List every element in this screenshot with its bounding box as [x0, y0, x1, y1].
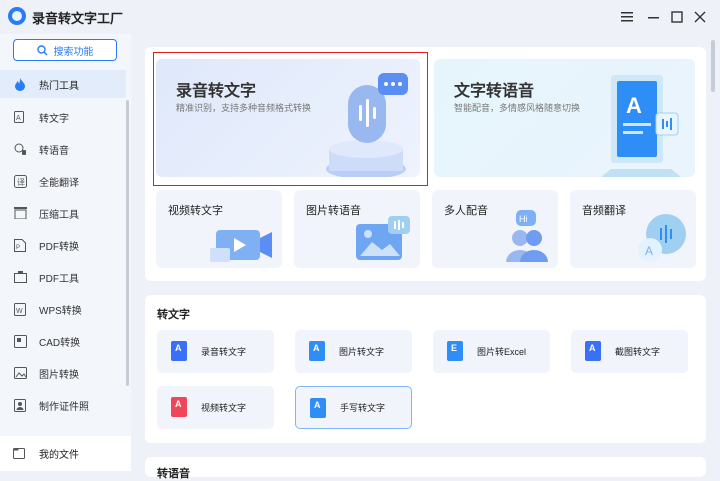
sidebar-item-cad-convert[interactable]: CAD转换 [0, 327, 126, 355]
card-title: 音频翻译 [582, 205, 626, 217]
sidebar-item-image-convert[interactable]: 图片转换 [0, 359, 126, 387]
document-speech-icon: A [601, 75, 681, 177]
hot-tools-panel: 录音转文字 精准识别，支持多种音频格式转换 文字转语音 智能配音，多情感风格随意… [145, 47, 706, 281]
sidebar-item-pdf-tool[interactable]: PDF工具 [0, 263, 126, 291]
sidebar-item-id-photo[interactable]: 制作证件照 [0, 391, 126, 419]
card-subtitle: 智能配音，多情感风格随意切换 [454, 103, 581, 113]
sidebar-item-text-convert[interactable]: A 转文字 [0, 103, 126, 131]
tool-handwriting-to-text[interactable]: A 手写转文字 [295, 386, 412, 429]
sidebar-item-label: 全能翻译 [39, 177, 79, 189]
tool-audio-to-text[interactable]: A 录音转文字 [157, 330, 274, 373]
sidebar-item-label: 制作证件照 [39, 401, 89, 413]
my-files-button[interactable]: 我的文件 [0, 436, 131, 471]
tool-label: 图片转文字 [339, 347, 385, 357]
card-title: 文字转语音 [454, 83, 535, 100]
image-convert-icon [13, 366, 27, 380]
sidebar-scrollbar[interactable] [126, 100, 129, 386]
tool-screenshot-to-text[interactable]: A 截图转文字 [571, 330, 688, 373]
sidebar-item-label: 热门工具 [39, 80, 79, 92]
image-speech-icon [356, 216, 410, 260]
selection-highlight [153, 52, 428, 186]
text-to-speech-card[interactable]: 文字转语音 智能配音，多情感风格随意切换 A [434, 59, 695, 177]
fire-icon [13, 77, 27, 91]
sidebar-item-to-voice[interactable]: 转语音 [0, 135, 126, 163]
translate-icon: 译 [13, 174, 27, 188]
my-files-label: 我的文件 [39, 450, 79, 461]
sidebar: 搜索功能 热门工具 A 转文字 转语音 译 全能翻译 压缩工具 P PDF转换 … [0, 34, 131, 471]
section-to-text: 转文字 A 录音转文字 A 图片转文字 E 图片转Excel A 截图转文字 A… [145, 295, 706, 443]
search-icon [36, 44, 47, 55]
audio-translate-icon: A [638, 214, 686, 262]
tool-video-to-text[interactable]: A 视频转文字 [157, 386, 274, 429]
video-to-text-card[interactable]: 视频转文字 [156, 190, 282, 268]
svg-text:译: 译 [17, 178, 25, 187]
svg-text:Hi: Hi [519, 214, 528, 224]
sidebar-item-label: PDF转换 [39, 241, 79, 253]
tool-label: 截图转文字 [615, 347, 661, 357]
id-photo-icon [13, 398, 27, 412]
section-title: 转语音 [157, 468, 190, 480]
multi-person-icon: Hi [506, 210, 548, 262]
sidebar-item-label: 图片转换 [39, 369, 79, 381]
sidebar-item-label: WPS转换 [39, 305, 82, 317]
sidebar-item-label: 压缩工具 [39, 209, 79, 221]
card-title: 视频转文字 [168, 205, 223, 217]
svg-text:A: A [626, 93, 642, 118]
app-logo-icon [8, 7, 26, 25]
close-icon[interactable] [689, 6, 711, 28]
sidebar-item-pdf-convert[interactable]: P PDF转换 [0, 231, 126, 259]
cad-icon [13, 334, 27, 348]
tool-image-to-text[interactable]: A 图片转文字 [295, 330, 412, 373]
card-title: 多人配音 [444, 205, 488, 217]
sidebar-item-wps-convert[interactable]: W WPS转换 [0, 295, 126, 323]
main-scrollbar[interactable] [711, 40, 715, 92]
doc-icon: A [171, 341, 187, 361]
doc-icon: E [447, 341, 463, 361]
voice-icon [13, 142, 27, 156]
audio-translate-card[interactable]: 音频翻译 A [570, 190, 696, 268]
svg-text:P: P [16, 245, 20, 251]
search-button[interactable]: 搜索功能 [13, 39, 117, 61]
sidebar-item-compress[interactable]: 压缩工具 [0, 199, 126, 227]
wps-icon: W [13, 302, 27, 316]
tool-label: 视频转文字 [201, 403, 247, 413]
multi-voice-card[interactable]: 多人配音 Hi [432, 190, 558, 268]
sidebar-item-label: CAD转换 [39, 337, 81, 349]
sidebar-item-translate[interactable]: 译 全能翻译 [0, 167, 126, 195]
image-to-speech-card[interactable]: 图片转语音 [294, 190, 420, 268]
sidebar-item-hot-tools[interactable]: 热门工具 [0, 70, 126, 98]
maximize-icon[interactable] [666, 6, 688, 28]
sidebar-item-label: 转文字 [39, 113, 69, 125]
doc-icon: A [310, 398, 326, 418]
text-convert-icon: A [13, 110, 27, 124]
doc-icon: A [171, 397, 187, 417]
app-title: 录音转文字工厂 [32, 11, 124, 26]
folder-icon [13, 447, 25, 462]
compress-icon [13, 206, 27, 220]
section-to-speech: 转语音 [145, 457, 706, 480]
section-title: 转文字 [157, 309, 190, 321]
svg-text:W: W [16, 308, 23, 315]
pdf-tool-icon [13, 270, 27, 284]
tool-label: 手写转文字 [340, 403, 386, 413]
sidebar-item-label: PDF工具 [39, 273, 79, 285]
video-camera-icon [210, 230, 272, 262]
svg-text:A: A [645, 244, 653, 258]
svg-text:A: A [16, 115, 21, 122]
menu-icon[interactable] [616, 6, 638, 28]
minimize-icon[interactable] [643, 6, 665, 28]
doc-icon: A [585, 341, 601, 361]
pdf-convert-icon: P [13, 238, 27, 252]
tool-label: 图片转Excel [477, 347, 527, 357]
title-bar: 录音转文字工厂 [0, 0, 720, 34]
sidebar-item-label: 转语音 [39, 145, 69, 157]
doc-icon: A [309, 341, 325, 361]
search-label: 搜索功能 [53, 46, 94, 58]
tool-image-to-excel[interactable]: E 图片转Excel [433, 330, 550, 373]
tool-label: 录音转文字 [201, 347, 247, 357]
